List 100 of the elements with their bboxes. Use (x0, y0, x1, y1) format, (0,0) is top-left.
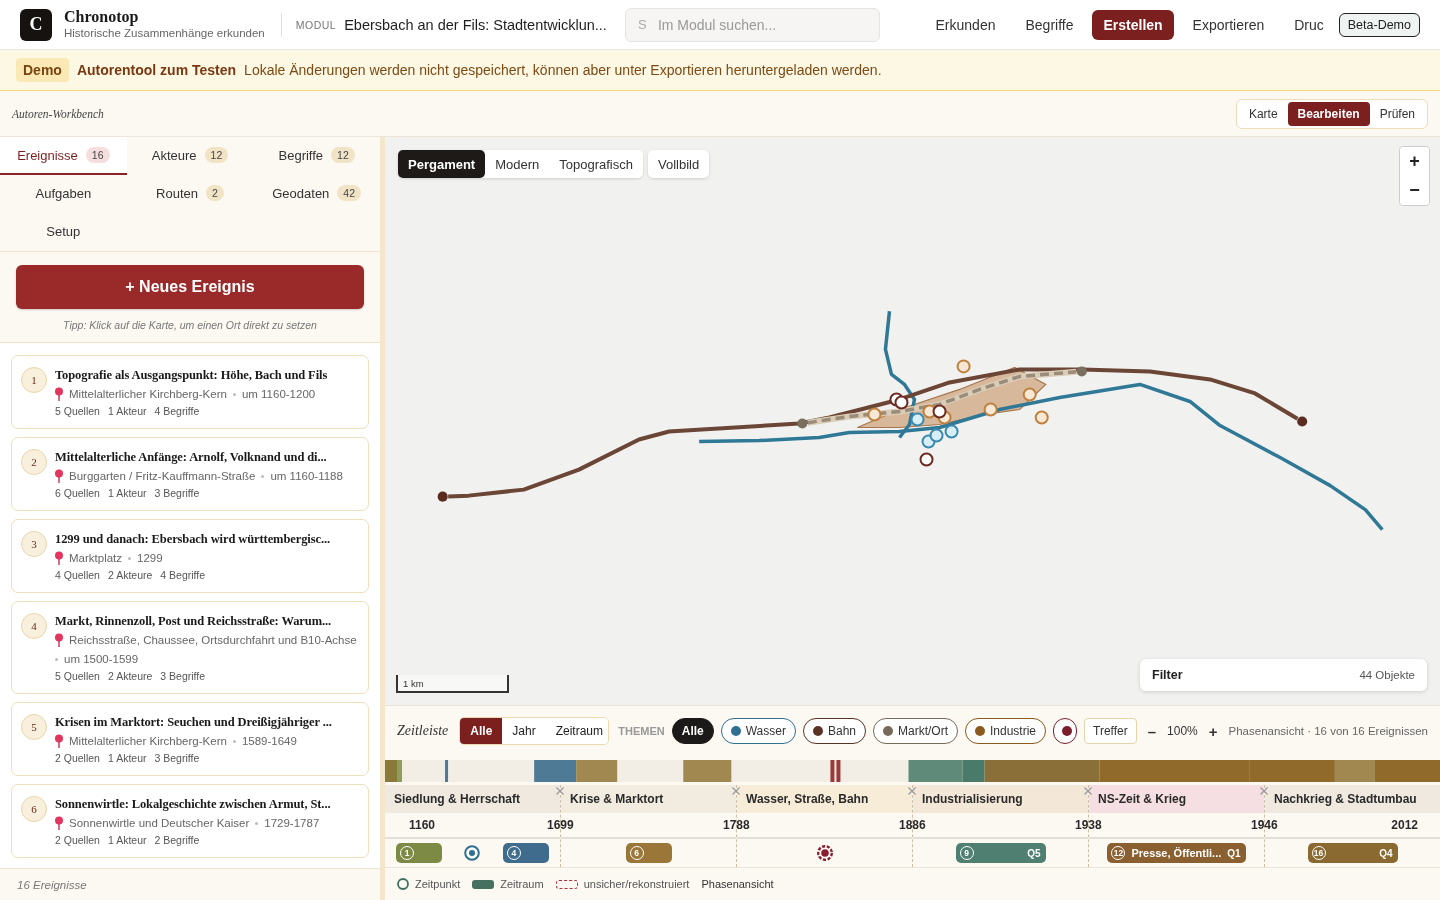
event-number: 3 (21, 531, 47, 557)
new-event-button[interactable]: + Neues Ereignis (16, 265, 364, 309)
map-marker[interactable] (929, 428, 944, 443)
event-card[interactable]: 5 Krisen im Marktort: Seuchen und Dreißigjähriger ... Mittelalterlicher Kirchberg-Kern 1589-1649 2 Quellen 1 Akteur 3 Begriffe (11, 702, 369, 776)
dashed-route-line[interactable] (807, 368, 1077, 426)
theme-chip[interactable]: Bahn (802, 718, 866, 744)
event-tag: Q5 (1027, 847, 1041, 859)
basemap-tab[interactable]: Modern (485, 150, 550, 178)
map-marker[interactable] (910, 412, 925, 427)
nav-tab[interactable]: Erkunden (924, 9, 1007, 40)
timeline-event-bar[interactable]: 16 Q4 (1307, 843, 1398, 863)
event-card[interactable]: 6 Sonnenwirtle: Lokalgeschichte zwischen Armut, St... Sonnenwirtle und Deutscher Kaiser 1729-1787 2 Quellen 1 Akteur 2 Begriffe (11, 784, 369, 858)
phase-band[interactable]: NS-Zeit & Krieg (1089, 785, 1264, 813)
event-card[interactable]: 1 Topografie als Ausgangspunkt: Höhe, Bach und Fils Mittelalterlicher Kirchberg-Kern um 1160-1200 5 Quellen 1 Akteur 4 Begriffe (11, 355, 369, 429)
event-card[interactable]: 4 Markt, Rinnenzoll, Post und Reichsstraße: Warum... Reichsstraße, Chaussee, Ortsdurchfahrt und B10-Achse um 1500-1599 5 Quellen 2 Akteure 3 Begriffe (11, 601, 369, 694)
phase-band[interactable]: Industrialisierung (913, 785, 1088, 813)
pin-icon (55, 551, 63, 565)
year-tick-label: 1160 (409, 818, 436, 832)
phase-band[interactable]: Krise & Marktort (561, 785, 736, 813)
banner-title: Autorentool zum Testen (76, 62, 237, 78)
event-place: Mittelalterlicher Kirchberg-Kern (69, 734, 227, 749)
map-marker[interactable] (1034, 410, 1049, 425)
ring-icon (397, 878, 409, 890)
search-prefix: S (637, 16, 647, 33)
line-end-dot[interactable] (1297, 416, 1308, 427)
event-place: Mittelalterlicher Kirchberg-Kern (69, 387, 227, 402)
banner-message: Lokale Änderungen werden nicht gespeichert, können aber unter Exportieren heruntergeladen werden. (244, 62, 882, 78)
theme-chip[interactable]: Markt/Ort (873, 718, 958, 744)
basemap-tab[interactable]: Pergament (398, 150, 486, 178)
sidebar-tab[interactable]: Aufgaben (0, 175, 127, 213)
sidebar-tab[interactable]: Setup (0, 213, 127, 251)
theme-chip[interactable]: Industrie (965, 718, 1047, 744)
map-marker[interactable] (932, 404, 947, 419)
timeline-event-bar[interactable]: 6 (625, 843, 672, 863)
line-end-dot[interactable] (1076, 366, 1087, 377)
timeline-zoom-out-button[interactable]: – (1143, 722, 1161, 740)
sidebar-tab[interactable]: Ereignisse 16 (0, 137, 127, 175)
line-end-dot[interactable] (437, 491, 448, 502)
theme-chip[interactable]: Wasser (720, 718, 796, 744)
fullscreen-button[interactable]: Vollbild (648, 150, 710, 178)
rail-line[interactable] (448, 367, 1299, 499)
timeline-event-bar[interactable]: 4 (502, 843, 549, 863)
map-marker[interactable] (919, 452, 934, 467)
river-line[interactable] (699, 382, 1384, 531)
cross-icon[interactable] (556, 787, 564, 795)
stream-line[interactable] (883, 311, 917, 439)
sidebar-tab[interactable]: Geodaten 42 (253, 175, 380, 213)
map-marker[interactable] (983, 402, 998, 417)
map-marker[interactable] (944, 424, 959, 439)
filter-panel[interactable]: Filter 44 Objekte (1140, 659, 1427, 691)
pin-icon (55, 387, 63, 401)
theme-chip[interactable]: Alle (671, 718, 714, 744)
timeline-event-bar[interactable]: 1 (396, 843, 443, 863)
cross-icon[interactable] (732, 787, 740, 795)
timeline-zoom-in-button[interactable]: + (1204, 722, 1222, 740)
count-badge: 12 (204, 147, 229, 163)
phase-band[interactable]: Wasser, Straße, Bahn (737, 785, 912, 813)
hits-button[interactable]: Treffer (1084, 718, 1137, 744)
phase-band[interactable]: Nachkrieg & Stadtumbau (1265, 785, 1440, 813)
map-marker[interactable] (894, 395, 909, 410)
event-title: Markt, Rinnenzoll, Post und Reichsstraße: Warum... (55, 613, 333, 630)
mode-tab[interactable]: Bearbeiten (1287, 101, 1370, 126)
map-marker[interactable] (1022, 387, 1037, 402)
event-card[interactable]: 2 Mittelalterliche Anfänge: Arnolf, Volknand und di... Burggarten / Fritz-Kauffmann-Straße um 1160-1188 6 Quellen 1 Akteur 3 Begriffe (11, 437, 369, 511)
year-tick-label: 1788 (723, 818, 750, 832)
event-number: 2 (21, 449, 47, 475)
event-meta: 2 Quellen (55, 751, 100, 765)
nav-tab[interactable]: Erstellen (1092, 9, 1174, 40)
sidebar-tab[interactable]: Begriffe 12 (253, 137, 380, 175)
event-meta: 4 Quellen (55, 568, 100, 582)
object-count: 44 Objekte (1359, 669, 1415, 681)
cross-icon[interactable] (908, 787, 916, 795)
nav-tab[interactable]: Exportieren (1181, 9, 1276, 40)
point-marker-icon[interactable] (464, 845, 481, 861)
year-tick-label: 1938 (1075, 818, 1102, 832)
scope-tab[interactable]: Alle (460, 718, 503, 744)
nav-tab[interactable]: Druc (1283, 9, 1335, 40)
event-card[interactable]: 3 1299 und danach: Ebersbach wird württembergisc... Marktplatz 1299 4 Quellen 2 Akteure 4 Begriffe (11, 519, 369, 593)
map-marker[interactable] (867, 407, 882, 422)
basemap-tab[interactable]: Topografisch (549, 150, 643, 178)
event-place: Burggarten / Fritz-Kauffmann-Straße (69, 469, 256, 484)
app-subtitle: Historische Zusammenhänge erkunden (64, 26, 265, 41)
year-tick-label: 2012 (1391, 818, 1418, 832)
cross-icon[interactable] (1084, 787, 1092, 795)
line-end-dot[interactable] (797, 418, 808, 429)
event-meta: 1 Akteur (107, 751, 147, 765)
legend-label: Phasenansicht (701, 878, 774, 890)
timeline-event-bar[interactable]: 12 Presse, Öffentli... Q1 (1107, 843, 1246, 863)
uncertain-marker-icon[interactable] (816, 845, 833, 861)
event-meta: 6 Quellen (55, 486, 100, 500)
coverage-bar (683, 760, 732, 782)
theme-chip[interactable] (1053, 718, 1078, 744)
sidebar-tab[interactable]: Akteure 12 (126, 137, 254, 175)
sidebar-tab[interactable]: Routen 2 (126, 175, 254, 213)
map-marker[interactable] (956, 359, 971, 374)
timeline-event-bar[interactable]: 9 Q5 (955, 843, 1046, 863)
cross-icon[interactable] (1260, 787, 1268, 795)
phase-band[interactable]: Siedlung & Herrschaft (385, 785, 560, 813)
phase-label: Krise & Marktort (570, 792, 664, 806)
nav-tab[interactable]: Begriffe (1014, 9, 1085, 40)
